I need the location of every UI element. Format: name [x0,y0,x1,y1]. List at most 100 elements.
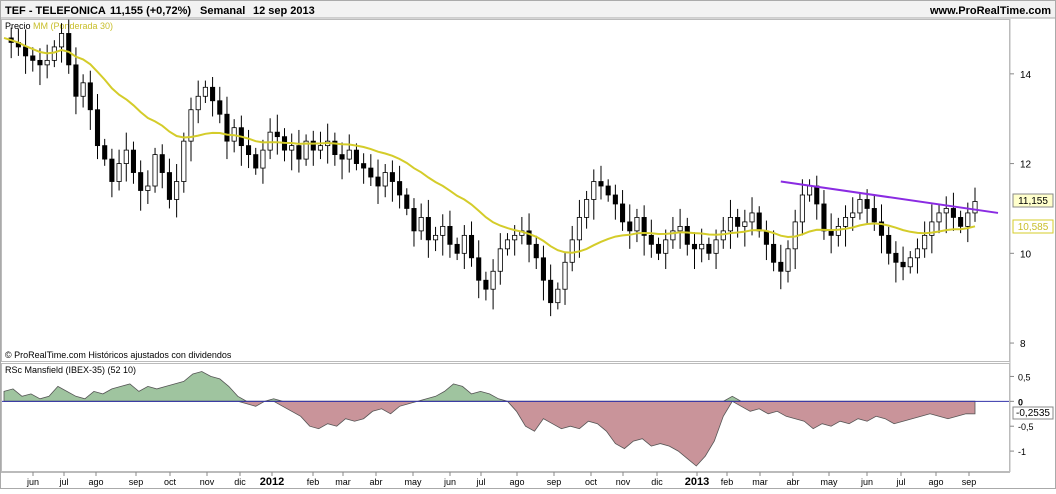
x-tick-label: ago [928,477,943,487]
last-price-tag: 11,155 [1012,193,1054,208]
rsc-ytick-label: 0,5 [1018,372,1031,382]
candle-body [663,239,669,254]
candle-body [461,234,467,254]
candle-body [771,243,777,263]
candle-body [116,163,122,182]
ma-tag: 10,585 [1012,219,1054,234]
candle-body [864,199,870,209]
candle-body [576,217,582,241]
candle-body [958,217,964,227]
candle-body [202,86,208,97]
candle-body [440,225,446,236]
chart-svg: TEF - TELEFONICA 11,155 (+0,72%) Semanal… [0,0,1056,489]
x-tick-label: nov [616,477,631,487]
candle-body [246,145,252,156]
candle-body [253,154,259,169]
candle-body [584,199,590,218]
candle-body [684,225,690,245]
x-tick-label: 2013 [685,476,709,488]
x-tick-label: abr [786,477,799,487]
ma-label: 10,585 [1018,222,1049,233]
candle-body [174,181,180,200]
candle-body [598,181,604,187]
candle-body [411,208,417,232]
candle-body [699,243,705,250]
x-tick-label: jul [58,477,68,487]
candle-body [130,149,137,173]
x-tick-label: nov [200,477,215,487]
candle-body [145,185,151,191]
candle-body [548,279,554,304]
candle-body [655,243,662,254]
price-ytick-label: 12 [1020,160,1032,171]
candle-body [152,154,158,187]
candle-body [677,225,683,232]
candle-body [648,234,654,245]
candle-body [30,55,36,61]
x-tick-label: sep [962,477,977,487]
candle-body [763,230,769,245]
price-ytick-label: 10 [1020,249,1032,260]
x-tick-label: may [820,477,838,487]
candle-body [634,217,640,232]
candle-body [447,225,453,245]
x-tick-label: jul [895,477,905,487]
x-tick-label: ago [509,477,524,487]
candle-body [44,59,50,66]
candle-body [66,33,72,66]
candle-body [425,217,431,241]
price-panel [1,19,1010,362]
candle-body [210,86,216,102]
candle-body [842,217,849,227]
candle-body [274,131,280,138]
candle-body [691,243,698,250]
candle-body [433,234,439,241]
candle-body [936,212,942,223]
x-tick-label: jul [475,477,485,487]
candle-body [80,82,86,97]
x-tick-label: 2012 [260,476,284,488]
price-ytick-label: 8 [1020,339,1026,350]
candle-body [814,185,820,205]
candle-body [476,257,482,281]
candle-body [483,279,489,290]
candle-body [454,243,460,254]
candle-body [490,270,496,290]
candle-body [950,208,956,218]
candle-body [289,145,295,151]
candle-body [821,203,827,232]
candle-body [799,194,805,223]
legend-price: Precio [5,21,31,31]
candle-body [224,113,230,142]
candle-body [857,199,863,214]
legend-ma: MM (Ponderada 30) [33,21,113,31]
candle-body [742,221,748,227]
quote-text: 11,155 (+0,72%) [110,5,191,17]
x-tick-label: mar [752,477,768,487]
candle-body [361,163,367,169]
candle-body [166,172,172,200]
period-text: Semanal [200,5,245,17]
x-tick-label: mar [335,477,351,487]
x-tick-label: sep [547,477,562,487]
candle-body [339,154,345,160]
candle-body [972,201,978,214]
candle-body [943,208,949,214]
candle-body [965,212,971,227]
candle-body [382,172,388,187]
site-link[interactable]: www.ProRealTime.com [929,5,1051,17]
candle-body [397,181,403,196]
x-tick-label: sep [129,477,144,487]
candle-body [504,239,511,250]
candle-body [102,145,108,160]
candle-body [497,248,503,272]
candle-body [727,217,733,232]
candle-body [260,149,266,169]
rsc-value-label: -0,2535 [1016,408,1050,419]
chart-window: TEF - TELEFONICA 11,155 (+0,72%) Semanal… [0,0,1056,489]
candle-body [713,239,719,254]
candle-body [778,261,784,272]
candle-body [756,212,762,232]
candle-body [569,239,575,263]
candle-body [612,194,618,205]
